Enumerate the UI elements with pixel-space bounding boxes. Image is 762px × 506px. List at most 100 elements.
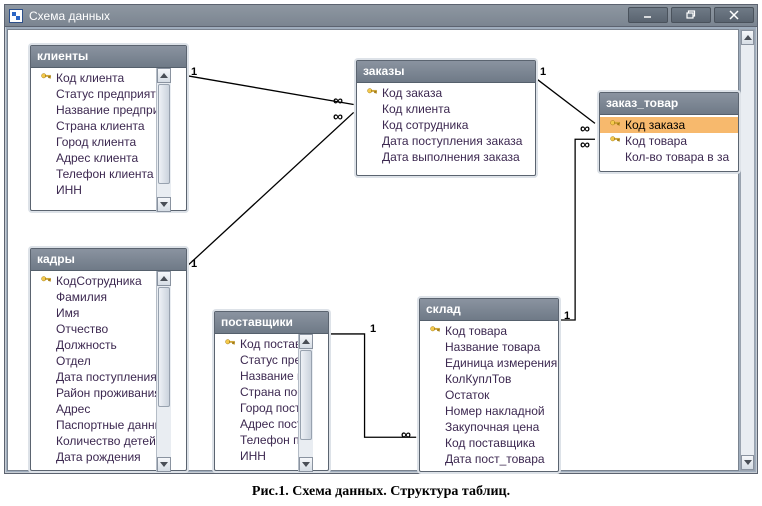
field-row[interactable]: Должность: [31, 337, 171, 353]
field-icon-slot: [365, 102, 379, 116]
field-row[interactable]: Закупочная цена: [420, 419, 558, 435]
scroll-up-button[interactable]: [157, 68, 171, 83]
field-row[interactable]: Код товара: [420, 323, 558, 339]
field-icon-slot: [223, 433, 237, 447]
field-row[interactable]: КолКуплТов: [420, 371, 558, 387]
field-row[interactable]: Номер накладной: [420, 403, 558, 419]
field-icon-slot: [223, 401, 237, 415]
field-icon-slot: [365, 134, 379, 148]
field-icon-slot: [428, 420, 442, 434]
table-title[interactable]: склад: [420, 299, 558, 321]
table-title[interactable]: кадры: [31, 249, 186, 271]
field-row[interactable]: Имя: [31, 305, 171, 321]
field-row[interactable]: Код сотрудника: [357, 117, 535, 133]
minimize-button[interactable]: [628, 7, 668, 23]
scrollbar-thumb[interactable]: [300, 350, 312, 440]
field-icon-slot: [39, 151, 53, 165]
field-label: Код клиента: [56, 71, 124, 85]
field-icon-slot: [39, 167, 53, 181]
field-label: Страна клиента: [56, 119, 145, 133]
field-row[interactable]: Страна клиента: [31, 118, 171, 134]
arrow-up-icon: [160, 276, 168, 281]
rel-cardinality-one: 1: [540, 66, 546, 78]
table-title[interactable]: поставщики: [215, 312, 328, 334]
field-row[interactable]: Единица измерения: [420, 355, 558, 371]
table-scrollbar[interactable]: [156, 271, 171, 472]
scroll-up-button[interactable]: [157, 271, 171, 286]
arrow-up-icon: [160, 73, 168, 78]
field-row[interactable]: Телефон клиента: [31, 166, 171, 182]
field-row[interactable]: Кол-во товара в за: [600, 149, 738, 165]
canvas-scrollbar[interactable]: [740, 29, 755, 471]
table-clients[interactable]: клиенты Код клиентаСтатус предприятиНазв…: [30, 45, 187, 211]
table-title[interactable]: заказ_товар: [600, 93, 738, 115]
table-scrollbar[interactable]: [298, 334, 313, 472]
field-row[interactable]: Дата выполнения заказа: [357, 149, 535, 165]
field-row[interactable]: Дата рождения: [31, 449, 171, 465]
field-row[interactable]: Количество детей: [31, 433, 171, 449]
field-row[interactable]: Код клиента: [357, 101, 535, 117]
table-staff[interactable]: кадры КодСотрудникаФамилияИмяОтчествоДол…: [30, 248, 187, 471]
field-icon-slot: [608, 150, 622, 164]
field-row[interactable]: Дата поступления заказа: [357, 133, 535, 149]
field-row[interactable]: Отдел: [31, 353, 171, 369]
field-row[interactable]: Фамилия: [31, 289, 171, 305]
window: Схема данных: [4, 4, 758, 474]
field-label: Код заказа: [382, 86, 442, 100]
field-row[interactable]: ИНН: [31, 182, 171, 198]
table-order-goods[interactable]: заказ_товар Код заказаКод товараКол-во т…: [599, 92, 739, 172]
arrow-up-icon: [302, 339, 310, 344]
scroll-up-button[interactable]: [299, 334, 313, 349]
window-buttons: [628, 7, 754, 23]
restore-button[interactable]: [671, 7, 711, 23]
scroll-up-button[interactable]: [741, 30, 754, 45]
field-icon-slot: [365, 118, 379, 132]
field-row[interactable]: Название предпри: [31, 102, 171, 118]
scroll-down-button[interactable]: [299, 457, 313, 472]
close-button[interactable]: [714, 7, 754, 23]
scrollbar-thumb[interactable]: [158, 84, 170, 184]
field-label: Имя: [56, 306, 79, 320]
field-icon-slot: [39, 183, 53, 197]
field-icon-slot: [39, 338, 53, 352]
field-label: КодСотрудника: [56, 274, 142, 288]
scroll-down-button[interactable]: [157, 197, 171, 212]
field-row[interactable]: Код товара: [600, 133, 738, 149]
field-row[interactable]: Код поставщика: [420, 435, 558, 451]
field-row[interactable]: Код клиента: [31, 70, 171, 86]
field-row[interactable]: Адрес: [31, 401, 171, 417]
field-row[interactable]: Адрес клиента: [31, 150, 171, 166]
field-row[interactable]: Код заказа: [357, 85, 535, 101]
table-suppliers[interactable]: поставщики Код поставщСтатус предпНазван…: [214, 311, 329, 471]
field-label: Номер накладной: [445, 404, 545, 418]
field-label: Название товара: [445, 340, 540, 354]
field-row[interactable]: Город клиента: [31, 134, 171, 150]
table-title[interactable]: заказы: [357, 61, 535, 83]
table-title[interactable]: клиенты: [31, 46, 186, 68]
field-row[interactable]: Дата поступления: [31, 369, 171, 385]
table-scrollbar[interactable]: [156, 68, 171, 212]
relationships-canvas[interactable]: 1 ∞∞ 1 1 ∞∞ 1 1 ∞ клиенты Код клиентаСта…: [7, 29, 739, 471]
field-row[interactable]: Дата пост_товара: [420, 451, 558, 467]
field-row[interactable]: Код заказа: [600, 117, 738, 133]
field-row[interactable]: Название товара: [420, 339, 558, 355]
field-label: КолКуплТов: [445, 372, 511, 386]
scroll-down-button[interactable]: [741, 455, 754, 470]
table-orders[interactable]: заказы Код заказа Код клиентаКод сотрудни…: [356, 60, 536, 176]
scrollbar-thumb[interactable]: [158, 287, 170, 407]
table-fields: КодСотрудникаФамилияИмяОтчествоДолжность…: [31, 271, 171, 472]
field-icon-slot: [223, 385, 237, 399]
field-row[interactable]: Статус предприяти: [31, 86, 171, 102]
field-row[interactable]: Отчество: [31, 321, 171, 337]
primary-key-icon: [608, 118, 622, 132]
field-label: Код клиента: [382, 102, 450, 116]
window-titlebar[interactable]: Схема данных: [5, 5, 757, 27]
field-row[interactable]: Остаток: [420, 387, 558, 403]
field-label: Название предпри: [56, 103, 159, 117]
field-row[interactable]: Район проживания: [31, 385, 171, 401]
arrow-down-icon: [160, 202, 168, 207]
field-row[interactable]: Паспортные данные: [31, 417, 171, 433]
table-stock[interactable]: склад Код товараНазвание товараЕдиница и…: [419, 298, 559, 472]
field-row[interactable]: КодСотрудника: [31, 273, 171, 289]
scroll-down-button[interactable]: [157, 457, 171, 472]
